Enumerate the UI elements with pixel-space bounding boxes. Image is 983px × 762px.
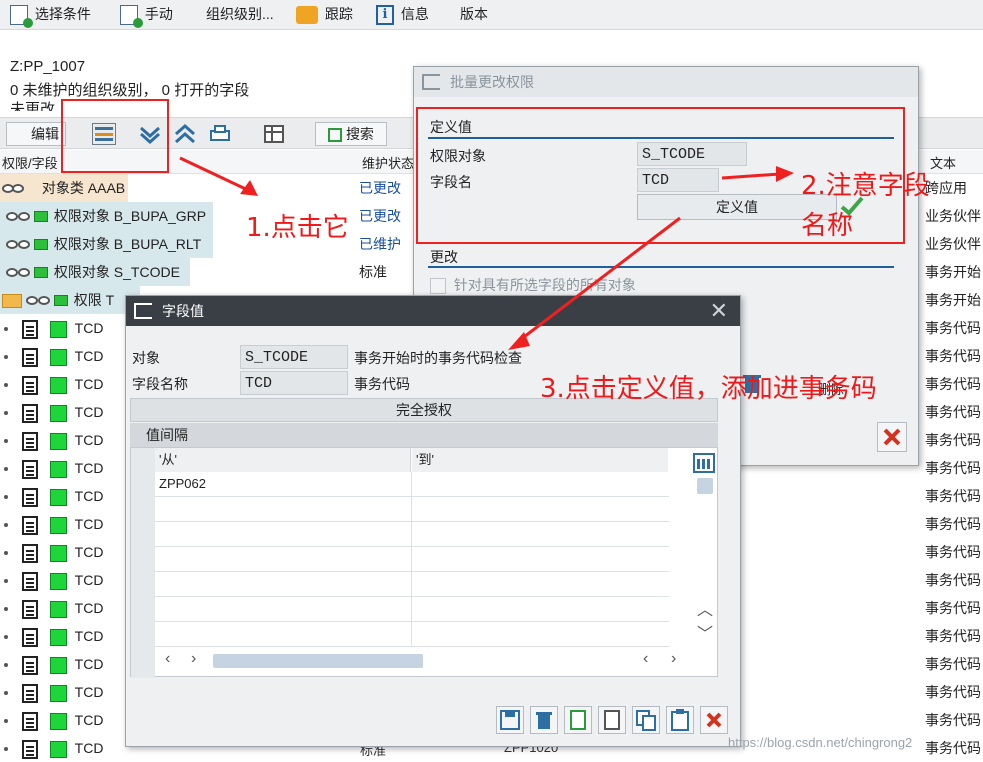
- watermark: https://blog.csdn.net/chingrong2: [728, 735, 913, 750]
- annotation-step3: 3.点击定义值，添加进事务码: [540, 374, 877, 404]
- annotation-step2-line2: 名称: [801, 211, 854, 241]
- annotation-step2: 2.注意字段: [801, 171, 930, 201]
- annotation-step1: 1.点击它: [246, 213, 349, 243]
